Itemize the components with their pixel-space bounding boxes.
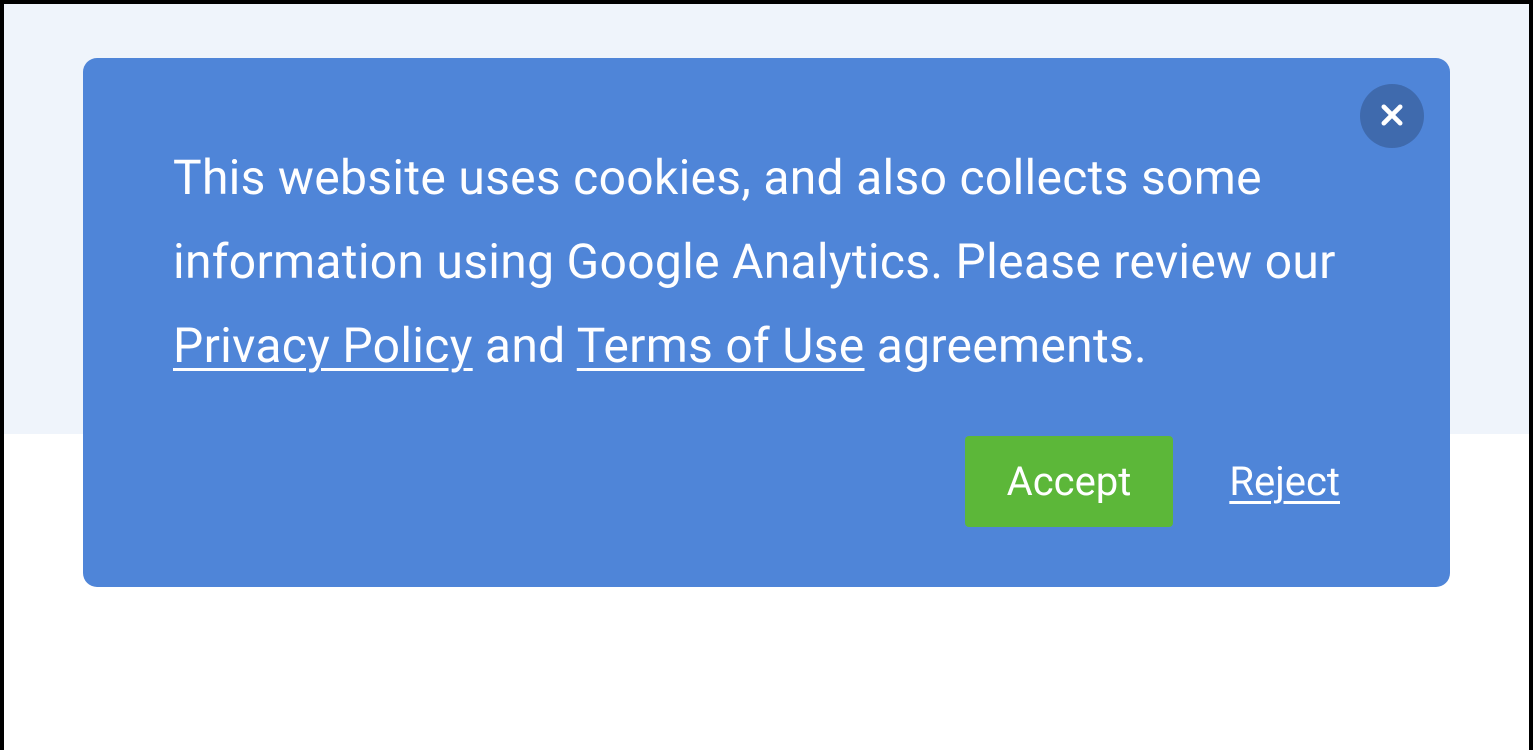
- reject-button[interactable]: Reject: [1229, 458, 1340, 505]
- cookie-message-text-mid: and: [473, 317, 577, 374]
- terms-of-use-link[interactable]: Terms of Use: [577, 317, 865, 374]
- cookie-message-text-pre: This website uses cookies, and also coll…: [173, 149, 1336, 290]
- privacy-policy-link[interactable]: Privacy Policy: [173, 317, 473, 374]
- accept-button[interactable]: Accept: [965, 436, 1174, 527]
- cookie-actions: Accept Reject: [173, 436, 1340, 527]
- close-button[interactable]: [1360, 84, 1424, 148]
- close-icon: [1378, 101, 1406, 132]
- cookie-consent-banner: This website uses cookies, and also coll…: [83, 58, 1450, 587]
- cookie-message-text-post: agreements.: [865, 317, 1147, 374]
- cookie-message: This website uses cookies, and also coll…: [173, 136, 1360, 388]
